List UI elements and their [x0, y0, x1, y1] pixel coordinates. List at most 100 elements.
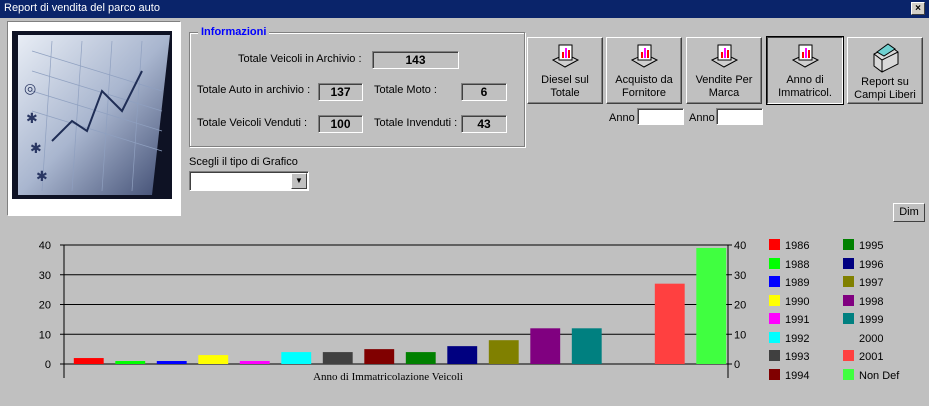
legend-swatch [843, 331, 854, 343]
legend-item: 2000 [843, 331, 884, 345]
legend-label: 1999 [859, 314, 884, 326]
bar-1996 [447, 346, 478, 364]
bar-1989 [156, 361, 187, 364]
svg-text:✱: ✱ [26, 111, 38, 127]
venduti-value: 100 [318, 115, 363, 133]
dropdown-arrow-icon[interactable]: ▼ [291, 173, 307, 189]
bar-1998 [530, 328, 561, 364]
legend-swatch [769, 368, 780, 380]
legend-item: Non Def [843, 368, 900, 382]
legend-swatch [769, 313, 780, 324]
legend-swatch [769, 239, 780, 250]
legend-label: Non Def [859, 369, 900, 382]
legend-label: 2001 [859, 351, 884, 363]
legend-swatch [843, 350, 854, 361]
svg-text:◎: ◎ [24, 81, 36, 97]
y-tick-label-left: 30 [39, 270, 51, 282]
chart-illustration-image: ◎ ✱ ✱ ✱ [12, 31, 172, 199]
legend-swatch [843, 368, 854, 380]
anno-acquisto-label: Anno [609, 112, 635, 124]
legend-item: 1995 [843, 239, 883, 252]
close-button[interactable]: × [911, 2, 925, 15]
toolbar-button-label: Acquisto da Fornitore [615, 74, 673, 99]
bar-1995 [405, 352, 436, 364]
legend-label: 1994 [785, 369, 810, 382]
toolbar-button-5[interactable]: Report su Campi Liberi [847, 37, 923, 104]
toolbar-button-label: Vendite Per Marca [695, 74, 753, 99]
legend-label: 1988 [785, 258, 810, 271]
toolbar-button-label: Diesel sul Totale [541, 74, 589, 99]
legend-swatch [843, 313, 854, 324]
legend-item: 2001 [843, 350, 883, 363]
legend-item: 1997 [843, 276, 883, 289]
bar-1992 [281, 352, 312, 364]
legend-item: 1993 [769, 350, 809, 363]
totale-auto-value: 137 [318, 83, 363, 101]
y-tick-label-left: 10 [39, 329, 51, 341]
invenduti-label: Totale Invenduti : [374, 117, 458, 129]
window-title: Report di vendita del parco auto [4, 2, 160, 14]
legend-swatch [769, 350, 780, 361]
grafico-select[interactable]: ▼ [189, 171, 309, 191]
anno-vendite-label: Anno [689, 112, 715, 124]
legend-swatch [769, 331, 780, 343]
y-tick-label-right: 40 [734, 240, 746, 252]
report-icon [528, 42, 602, 72]
toolbar-button-label: Anno di Immatricol. [778, 74, 832, 99]
y-tick-label-left: 0 [45, 359, 51, 371]
legend-swatch [769, 257, 780, 269]
legend-item: 1992 [769, 331, 810, 345]
report-icon [687, 42, 761, 72]
venduti-label: Totale Veicoli Venduti : [197, 117, 308, 129]
y-tick-label-left: 40 [39, 240, 51, 252]
totale-auto-label: Totale Auto in archivio : [197, 84, 311, 96]
bar-1988 [115, 361, 146, 364]
y-tick-label-right: 10 [734, 329, 746, 341]
legend-label: 1993 [785, 351, 810, 363]
x-axis-label: Anno di Immatricolazione Veicoli [313, 371, 463, 383]
anno-acquisto-input[interactable] [637, 108, 684, 125]
legend-item: 1990 [769, 294, 810, 308]
anno-vendite-input[interactable] [716, 108, 763, 125]
legend-item: 1998 [843, 294, 883, 308]
legend-item: 1996 [843, 257, 884, 271]
bar-1997 [488, 340, 519, 364]
decorative-image-frame: ◎ ✱ ✱ ✱ [7, 21, 181, 216]
legend-swatch [843, 294, 854, 306]
informazioni-label: Informazioni [198, 26, 270, 38]
bar-1999 [571, 328, 602, 364]
chart-area: 0 0 10 10 20 20 30 30 40 40 Anno di Immatricolazio… [1, 229, 928, 403]
toolbar-button-4[interactable]: Anno di Immatricol. [767, 37, 843, 104]
bar-1986 [73, 358, 104, 364]
legend-item: 1989 [769, 276, 809, 289]
totale-moto-value: 6 [461, 83, 507, 101]
toolbar-button-3[interactable]: Vendite Per Marca [686, 37, 762, 104]
legend-label: 1986 [785, 240, 810, 252]
legend-item: 1999 [843, 313, 883, 326]
legend-item: 1988 [769, 257, 810, 271]
totale-moto-label: Totale Moto : [374, 84, 437, 96]
totale-veicoli-value: 143 [372, 51, 459, 69]
y-tick-label-right: 0 [734, 359, 740, 371]
legend-swatch [843, 276, 854, 287]
bar-1990 [198, 355, 229, 364]
legend-swatch [843, 257, 854, 269]
legend-label: 1997 [859, 277, 884, 289]
legend-label: 1992 [785, 332, 810, 345]
toolbar-button-1[interactable]: Diesel sul Totale [527, 37, 603, 104]
svg-text:✱: ✱ [30, 141, 42, 157]
legend-label: 1989 [785, 277, 810, 289]
bar-non-def [696, 247, 727, 364]
legend-label: 1996 [859, 258, 884, 271]
legend-label: 1990 [785, 295, 810, 308]
invenduti-value: 43 [461, 115, 507, 133]
printer-icon [848, 42, 922, 74]
legend-label: 1991 [785, 314, 810, 326]
dim-button[interactable]: Dim [893, 203, 925, 222]
legend-label: 2000 [859, 332, 884, 345]
report-icon [768, 42, 842, 72]
toolbar-button-2[interactable]: Acquisto da Fornitore [606, 37, 682, 104]
grafico-label: Scegli il tipo di Grafico [189, 156, 298, 168]
y-tick-label-right: 20 [734, 300, 746, 312]
toolbar-button-label: Report su Campi Liberi [854, 76, 916, 101]
